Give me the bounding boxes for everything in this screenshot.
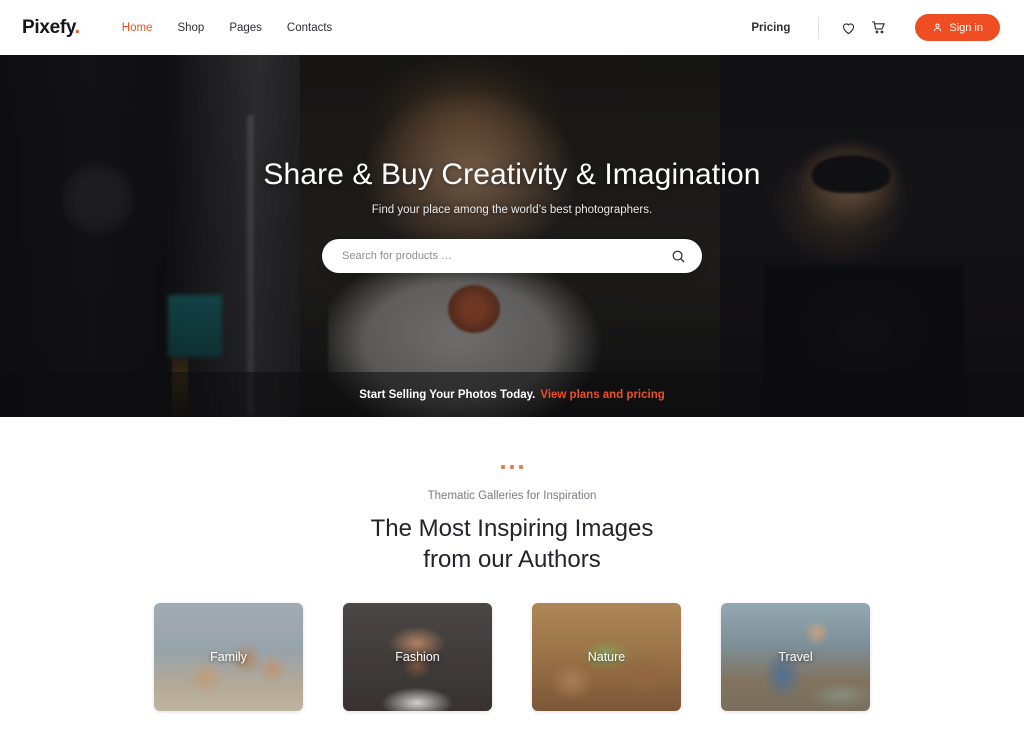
pricing-link[interactable]: Pricing [751, 22, 790, 34]
logo-dot: . [74, 16, 80, 38]
hero-content: Share & Buy Creativity & Imagination Fin… [0, 55, 1024, 417]
search-button[interactable] [671, 249, 686, 264]
section-eyebrow: Thematic Galleries for Inspiration [427, 490, 597, 502]
cta-text: Start Selling Your Photos Today. [359, 388, 536, 401]
gallery-card-nature[interactable]: Nature [532, 603, 681, 712]
gallery-card-fashion[interactable]: Fashion [343, 603, 492, 712]
gallery-section: Thematic Galleries for Inspiration The M… [0, 417, 1024, 712]
sign-in-label: Sign in [949, 21, 983, 34]
nav-item-contacts[interactable]: Contacts [287, 22, 332, 34]
hero-search-bar[interactable] [322, 239, 702, 273]
card-label: Travel [778, 650, 813, 665]
section-dots-decoration [501, 465, 523, 469]
sign-in-button[interactable]: Sign in [915, 14, 1000, 41]
section-title: The Most Inspiring Images from our Autho… [371, 514, 654, 575]
nav-item-pages[interactable]: Pages [229, 22, 262, 34]
heart-icon[interactable] [837, 17, 859, 39]
hero-title: Share & Buy Creativity & Imagination [263, 158, 761, 191]
user-icon [934, 23, 942, 32]
search-icon [672, 250, 685, 263]
cta-pricing-link[interactable]: View plans and pricing [540, 389, 664, 401]
hero-section: Share & Buy Creativity & Imagination Fin… [0, 55, 1024, 417]
card-label: Nature [587, 650, 626, 665]
hero-subtitle: Find your place among the world’s best p… [371, 204, 653, 216]
section-title-line1: The Most Inspiring Images [370, 515, 654, 542]
header-divider [818, 16, 820, 39]
section-title-line2: from our Authors [423, 545, 601, 573]
site-logo[interactable]: Pixefy. [22, 17, 80, 39]
gallery-card-family[interactable]: Family [154, 603, 303, 712]
nav-item-shop[interactable]: Shop [177, 22, 204, 34]
gallery-card-list: Family Fashion Nature Travel [154, 603, 870, 712]
header-actions: Pricing Sign in [751, 14, 1000, 41]
logo-text: Pixefy [22, 16, 75, 38]
main-navigation: Home Shop Pages Contacts [122, 22, 333, 34]
gallery-card-travel[interactable]: Travel [721, 603, 870, 712]
card-label: Family [210, 650, 247, 665]
site-header: Pixefy. Home Shop Pages Contacts Pricing [0, 0, 1024, 55]
card-label: Fashion [395, 650, 440, 665]
nav-item-home[interactable]: Home [122, 22, 153, 34]
search-input[interactable] [342, 250, 671, 262]
hero-cta-banner: Start Selling Your Photos Today. View pl… [0, 372, 1024, 417]
cart-icon[interactable] [867, 17, 889, 39]
